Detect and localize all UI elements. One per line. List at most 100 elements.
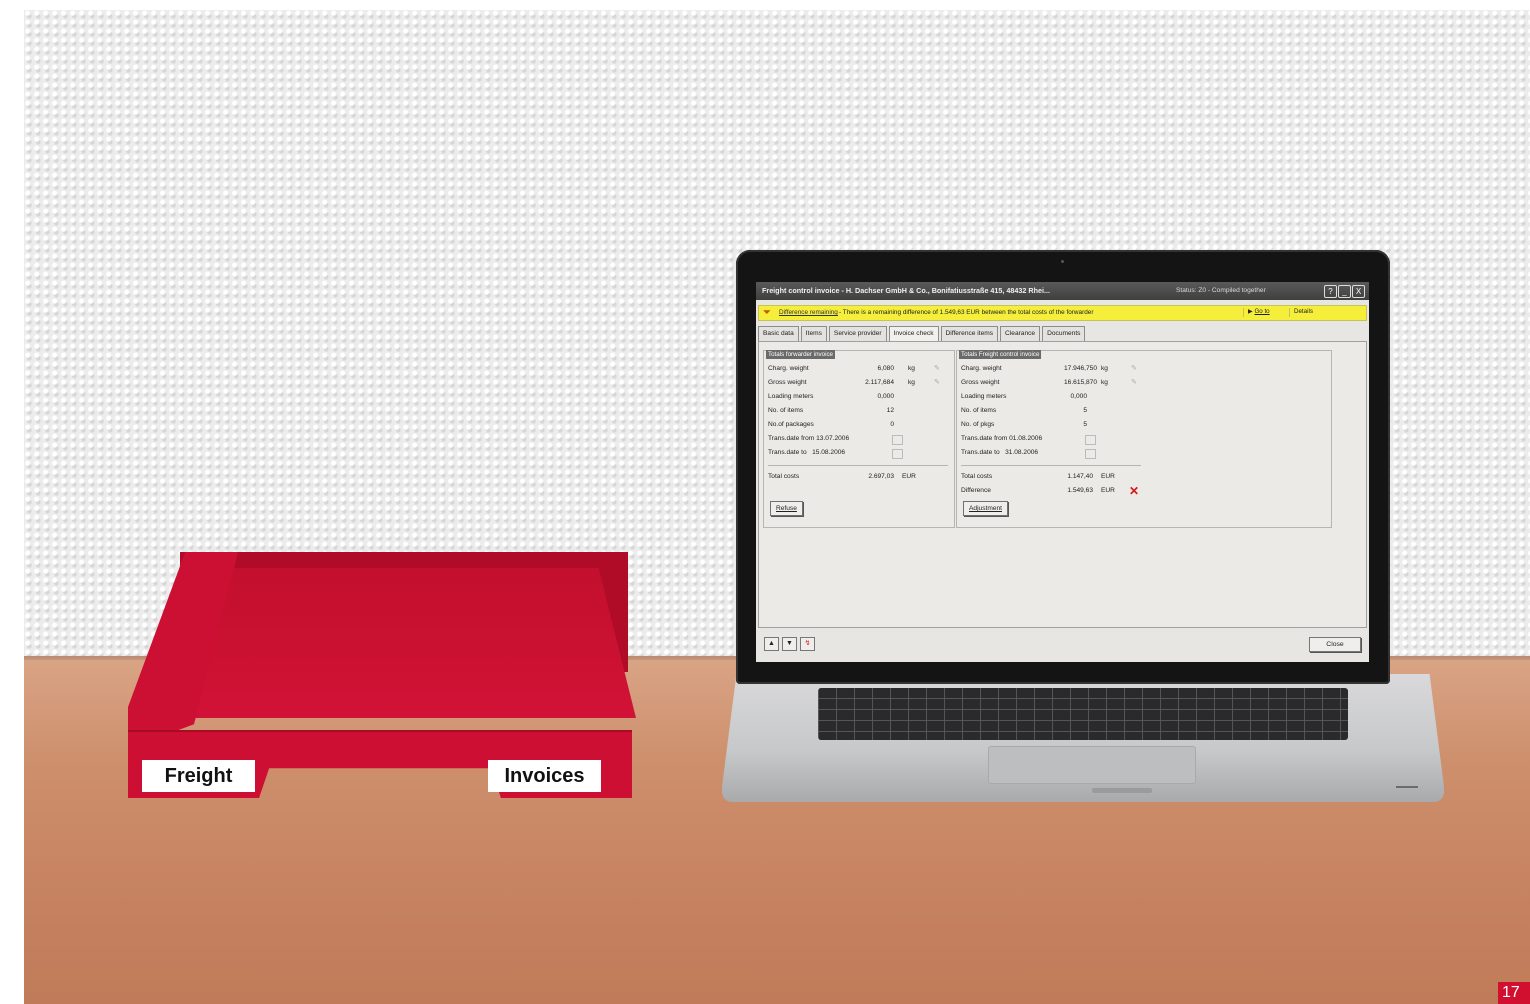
laptop-base [722, 674, 1444, 802]
field-unit: kg [908, 365, 915, 372]
tray-label-freight: Freight [142, 760, 255, 792]
divider [768, 465, 948, 466]
photo-scene: Freight Invoices Freight control invoice… [24, 10, 1530, 1004]
row-trans-date-from: Trans.date from 01.08.2006 [961, 435, 1161, 445]
field-unit: kg [1101, 379, 1108, 386]
field-label: No. of pkgs [961, 421, 995, 428]
field-label: No. of items [768, 407, 804, 414]
calendar-icon[interactable] [892, 435, 903, 445]
field-label: Total costs [961, 473, 993, 480]
tray-label-invoices: Invoices [488, 760, 601, 792]
field-value: 2.697,03 [868, 473, 894, 480]
window-title: Freight control invoice - H. Dachser Gmb… [762, 286, 1050, 295]
row-loading-meters: Loading meters 0,000 [768, 393, 948, 403]
field-value: 0 [890, 421, 894, 428]
forwarder-totals-group: Totals forwarder invoice Charg. weight 6… [763, 350, 955, 528]
edit-icon[interactable]: ✎ [1131, 379, 1140, 387]
field-value: 5 [1083, 407, 1087, 414]
up-arrow-button[interactable]: ▲ [764, 637, 779, 651]
tab-difference-items[interactable]: Difference items [940, 326, 999, 341]
page-number-badge: 17 [1498, 982, 1530, 1004]
tray-inner [168, 568, 636, 718]
field-label: Charg. weight [961, 365, 1002, 372]
field-label: Difference [961, 487, 991, 494]
help-button[interactable]: ? [1324, 285, 1337, 298]
laptop-sleep-light [1396, 786, 1418, 788]
field-value: 16.615,870 [1063, 379, 1097, 386]
calendar-icon[interactable] [1085, 435, 1096, 445]
invoice-check-panel: Totals forwarder invoice Charg. weight 6… [758, 341, 1367, 628]
tab-service-provider[interactable]: Service provider [828, 326, 887, 341]
row-trans-date-from: Trans.date from 13.07.2006 [768, 435, 948, 445]
laptop-lid: Freight control invoice - H. Dachser Gmb… [736, 250, 1390, 684]
goto-label: Go to [1254, 308, 1270, 315]
row-trans-date-to: Trans.date to 15.08.2006 [768, 449, 948, 459]
field-value: 1.549,63 [1067, 487, 1093, 494]
close-button[interactable]: Close [1309, 637, 1361, 652]
edit-icon[interactable]: ✎ [1131, 365, 1140, 373]
field-label: Trans.date to 15.08.2006 [768, 449, 846, 456]
field-value: 17.946,750 [1063, 365, 1097, 372]
adjustment-button[interactable]: Adjustment [963, 501, 1008, 516]
warning-message-text: - There is a remaining difference of 1.5… [839, 309, 1094, 316]
window-titlebar[interactable]: Freight control invoice - H. Dachser Gmb… [756, 282, 1369, 300]
divider [961, 465, 1141, 466]
field-label: Trans.date from 13.07.2006 [768, 435, 850, 442]
field-label: Gross weight [768, 379, 807, 386]
row-total-costs: Total costs 2.697,03 EUR [768, 473, 948, 483]
field-unit: kg [908, 379, 915, 386]
calendar-icon[interactable] [892, 449, 903, 459]
refresh-button[interactable]: ↯ [800, 637, 815, 651]
field-label: Trans.date to 31.08.2006 [961, 449, 1039, 456]
row-no-of-items: No. of items 12 [768, 407, 948, 417]
row-trans-date-to: Trans.date to 31.08.2006 [961, 449, 1161, 459]
field-label: Loading meters [768, 393, 814, 400]
field-unit: kg [1101, 365, 1108, 372]
error-x-icon: ✕ [1129, 484, 1140, 498]
tab-invoice-check[interactable]: Invoice check [888, 326, 939, 342]
field-unit: EUR [902, 473, 916, 480]
row-no-of-items: No. of items 5 [961, 407, 1161, 417]
app-window: Freight control invoice - H. Dachser Gmb… [756, 282, 1369, 662]
tab-documents[interactable]: Documents [1042, 326, 1086, 341]
red-letter-tray: Freight Invoices [128, 552, 636, 798]
laptop-front-notch [1092, 788, 1152, 793]
tab-clearance[interactable]: Clearance [1000, 326, 1041, 341]
tab-bar: Basic data Items Service provider Invoic… [758, 326, 1087, 342]
row-no-of-packages: No.of packages 0 [768, 421, 948, 431]
goto-button[interactable]: ▶ Go to [1243, 308, 1274, 317]
field-label: Gross weight [961, 379, 1000, 386]
close-window-button[interactable]: X [1352, 285, 1365, 298]
group-title: Totals Freight control invoice [959, 350, 1042, 359]
laptop-keyboard [818, 688, 1348, 740]
refuse-button[interactable]: Refuse [770, 501, 803, 516]
row-charg-weight: Charg. weight 6,080 kg ✎ [768, 365, 948, 375]
row-gross-weight: Gross weight 2.117,684 kg ✎ [768, 379, 948, 389]
field-label: Trans.date from 01.08.2006 [961, 435, 1043, 442]
bottom-toolbar: ▲ ▼ ↯ Close [758, 634, 1365, 656]
window-status: Status: Z0 - Compiled together [1176, 287, 1266, 294]
field-value: 0,000 [877, 393, 894, 400]
field-value: 5 [1083, 421, 1087, 428]
difference-remaining-link[interactable]: Difference remaining [779, 309, 838, 316]
field-value: 12 [886, 407, 894, 414]
row-no-of-pkgs: No. of pkgs 5 [961, 421, 1161, 431]
edit-icon[interactable]: ✎ [934, 365, 943, 373]
tab-basic-data[interactable]: Basic data [758, 326, 799, 341]
field-unit: EUR [1101, 473, 1115, 480]
details-button[interactable]: Details [1289, 308, 1317, 317]
minimize-button[interactable]: _ [1338, 285, 1351, 298]
calendar-icon[interactable] [1085, 449, 1096, 459]
field-value: 1.147,40 [1067, 473, 1093, 480]
tab-items[interactable]: Items [800, 326, 827, 341]
field-value: 2.117,684 [865, 379, 894, 386]
field-value: 6,080 [877, 365, 894, 372]
field-label: No. of items [961, 407, 997, 414]
down-arrow-button[interactable]: ▼ [782, 637, 797, 651]
edit-icon[interactable]: ✎ [934, 379, 943, 387]
laptop-trackpad [988, 746, 1196, 784]
field-label: Total costs [768, 473, 800, 480]
group-title: Totals forwarder invoice [766, 350, 835, 359]
field-value: 0,000 [1070, 393, 1087, 400]
row-gross-weight: Gross weight 16.615,870 kg ✎ [961, 379, 1161, 389]
